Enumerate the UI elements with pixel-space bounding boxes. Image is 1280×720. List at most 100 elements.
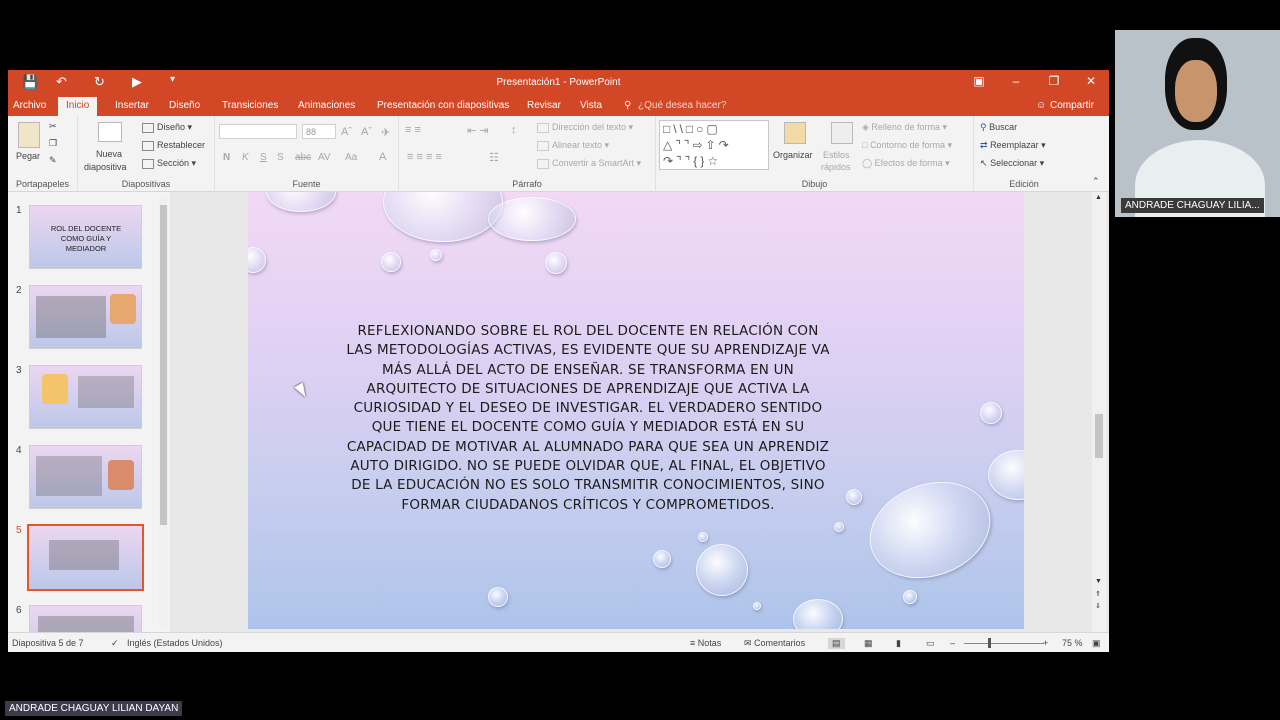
reading-view-icon[interactable]: ▮ — [896, 638, 901, 649]
minimize-icon[interactable]: – — [1006, 74, 1026, 88]
scroll-up-icon[interactable]: ▲ — [1095, 194, 1102, 201]
text-direction-button[interactable]: Dirección del texto ▾ — [537, 122, 633, 133]
slide-sorter-icon[interactable]: ▦ — [864, 638, 873, 649]
tell-me-box[interactable]: ¿Qué desea hacer? — [638, 100, 726, 111]
layout-button[interactable]: Diseño ▾ — [142, 122, 192, 133]
bold-button[interactable]: N — [223, 152, 230, 163]
thumbnail-scroll-handle[interactable] — [160, 205, 167, 525]
arrange-button[interactable]: Organizar — [773, 150, 813, 160]
fit-slide-icon[interactable]: ▣ — [1092, 638, 1101, 649]
clear-format-icon[interactable]: ✈ — [381, 126, 390, 139]
font-color-button[interactable]: A — [379, 151, 386, 163]
comments-button[interactable]: ✉ Comentarios — [744, 638, 805, 649]
slide-thumbnail-3[interactable] — [29, 365, 142, 429]
thumbnail-scrollbar[interactable] — [159, 197, 168, 627]
water-drop — [696, 544, 748, 596]
slide-thumbnail-4[interactable] — [29, 445, 142, 509]
scroll-down-icon[interactable]: ▼ — [1095, 578, 1102, 585]
select-button[interactable]: ↖ Seleccionar ▾ — [980, 158, 1044, 169]
smartart-button[interactable]: Convertir a SmartArt ▾ — [537, 158, 641, 169]
slide-body-text[interactable]: REFLEXIONANDO SOBRE EL ROL DEL DOCENTE E… — [343, 322, 833, 515]
zoom-slider[interactable] — [964, 643, 1044, 644]
quick-styles-label-2[interactable]: rápidos — [821, 162, 851, 172]
shadow-button[interactable]: S — [277, 152, 284, 163]
spacing-button[interactable]: AV — [318, 152, 331, 163]
paste-icon[interactable] — [18, 122, 40, 148]
tab-vista[interactable]: Vista — [580, 100, 602, 111]
maximize-icon[interactable]: ❐ — [1044, 74, 1064, 88]
slide-thumbnail-1[interactable]: ROL DEL DOCENTE COMO GUÍA Y MEDIADOR — [29, 205, 142, 269]
copy-icon[interactable]: ❐ — [49, 138, 57, 149]
restore-ribbon-icon[interactable]: ▣ — [969, 74, 989, 88]
slideshow-icon[interactable]: ▭ — [926, 638, 935, 649]
bullets-icon[interactable]: ≡ ≡ — [405, 124, 421, 136]
grow-font-icon[interactable]: Aˆ — [341, 126, 352, 138]
shape-outline-button[interactable]: □ Contorno de forma ▾ — [862, 140, 952, 151]
tab-presentacion[interactable]: Presentación con diapositivas — [377, 100, 509, 111]
shrink-font-icon[interactable]: Aˇ — [361, 126, 372, 138]
thumb-title: ROL DEL DOCENTE COMO GUÍA Y MEDIADOR — [50, 224, 122, 253]
arrange-icon[interactable] — [784, 122, 806, 144]
thumb-number-3: 3 — [16, 365, 22, 376]
find-button[interactable]: ⚲ Buscar — [980, 122, 1017, 133]
reset-button[interactable]: Restablecer — [142, 140, 205, 151]
search-icon: ⚲ — [980, 122, 987, 132]
shape-effects-label: Efectos de forma — [874, 158, 943, 168]
zoom-slider-thumb[interactable] — [988, 638, 991, 648]
font-size-box[interactable]: 88 — [302, 124, 336, 139]
collapse-ribbon-icon[interactable]: ⌃ — [1092, 176, 1100, 187]
normal-view-icon[interactable]: ▤ — [828, 638, 845, 649]
spellcheck-icon[interactable]: ✓ — [111, 638, 119, 649]
indent-icon[interactable]: ⇤ ⇥ — [467, 124, 489, 137]
tab-diseno[interactable]: Diseño — [169, 100, 200, 111]
cut-icon[interactable]: ✂ — [49, 121, 57, 132]
slide-thumbnail-5[interactable] — [27, 524, 144, 591]
zoom-in-icon[interactable]: + — [1043, 638, 1048, 648]
tab-animaciones[interactable]: Animaciones — [298, 100, 355, 111]
next-slide-icon[interactable]: ⇓ — [1095, 602, 1101, 610]
new-slide-label[interactable]: Nueva — [96, 149, 122, 159]
editor-scrollbar[interactable]: ▲ ▼ ⇑ ⇓ — [1092, 192, 1106, 632]
language[interactable]: Inglés (Estados Unidos) — [127, 638, 223, 648]
quick-styles-icon[interactable] — [831, 122, 853, 144]
tab-archivo[interactable]: Archivo — [13, 100, 46, 111]
prev-slide-icon[interactable]: ⇑ — [1095, 590, 1101, 598]
new-slide-label-2[interactable]: diapositiva — [84, 162, 127, 172]
zoom-level[interactable]: 75 % — [1062, 638, 1083, 648]
group-label-paragraph: Párrafo — [512, 179, 542, 189]
align-text-button[interactable]: Alinear texto ▾ — [537, 140, 609, 151]
replace-button[interactable]: ⇄ Reemplazar ▾ — [980, 140, 1046, 151]
close-icon[interactable]: ✕ — [1081, 74, 1101, 88]
slide-canvas[interactable]: REFLEXIONANDO SOBRE EL ROL DEL DOCENTE E… — [248, 192, 1024, 629]
slide-thumbnail-2[interactable] — [29, 285, 142, 349]
zoom-out-icon[interactable]: – — [950, 638, 955, 648]
line-spacing-icon[interactable]: ↕ — [511, 124, 517, 136]
new-slide-icon[interactable] — [98, 122, 122, 142]
share-button[interactable]: Compartir — [1050, 100, 1094, 111]
columns-icon[interactable]: ☷ — [489, 151, 499, 164]
shapes-gallery[interactable]: □\\□○▢ △⌝⌝⇨⇧↷ ↷⌝⌝{}☆ — [659, 120, 769, 170]
paste-button[interactable]: Pegar — [16, 151, 40, 161]
group-label-drawing: Dibujo — [801, 179, 828, 189]
shape-fill-button[interactable]: ◈ Relleno de forma ▾ — [862, 122, 947, 133]
notes-button[interactable]: ≡ Notas — [690, 638, 721, 648]
webcam-name-label: ANDRADE CHAGUAY LILIA... — [1121, 198, 1264, 213]
align-icons[interactable]: ≡ ≡ ≡ ≡ — [407, 151, 442, 163]
editor-scroll-handle[interactable] — [1095, 414, 1103, 458]
change-case-button[interactable]: Aa — [345, 152, 357, 163]
section-label: Sección — [157, 158, 190, 168]
tab-transiciones[interactable]: Transiciones — [222, 100, 278, 111]
status-bar: Diapositiva 5 de 7 ✓ Inglés (Estados Uni… — [8, 632, 1109, 652]
font-name-box[interactable] — [219, 124, 297, 139]
section-button[interactable]: Sección ▾ — [142, 158, 196, 169]
strikethrough-button[interactable]: abc — [295, 152, 311, 163]
tab-inicio[interactable]: Inicio — [58, 97, 98, 116]
italic-button[interactable]: K — [242, 152, 249, 163]
thumb-image — [42, 374, 68, 404]
shape-effects-button[interactable]: ◯ Efectos de forma ▾ — [862, 158, 950, 169]
tab-revisar[interactable]: Revisar — [527, 100, 561, 111]
quick-styles-label[interactable]: Estilos — [823, 150, 850, 160]
underline-button[interactable]: S — [260, 152, 267, 163]
tab-insertar[interactable]: Insertar — [115, 100, 149, 111]
format-painter-icon[interactable]: ✎ — [49, 155, 57, 166]
